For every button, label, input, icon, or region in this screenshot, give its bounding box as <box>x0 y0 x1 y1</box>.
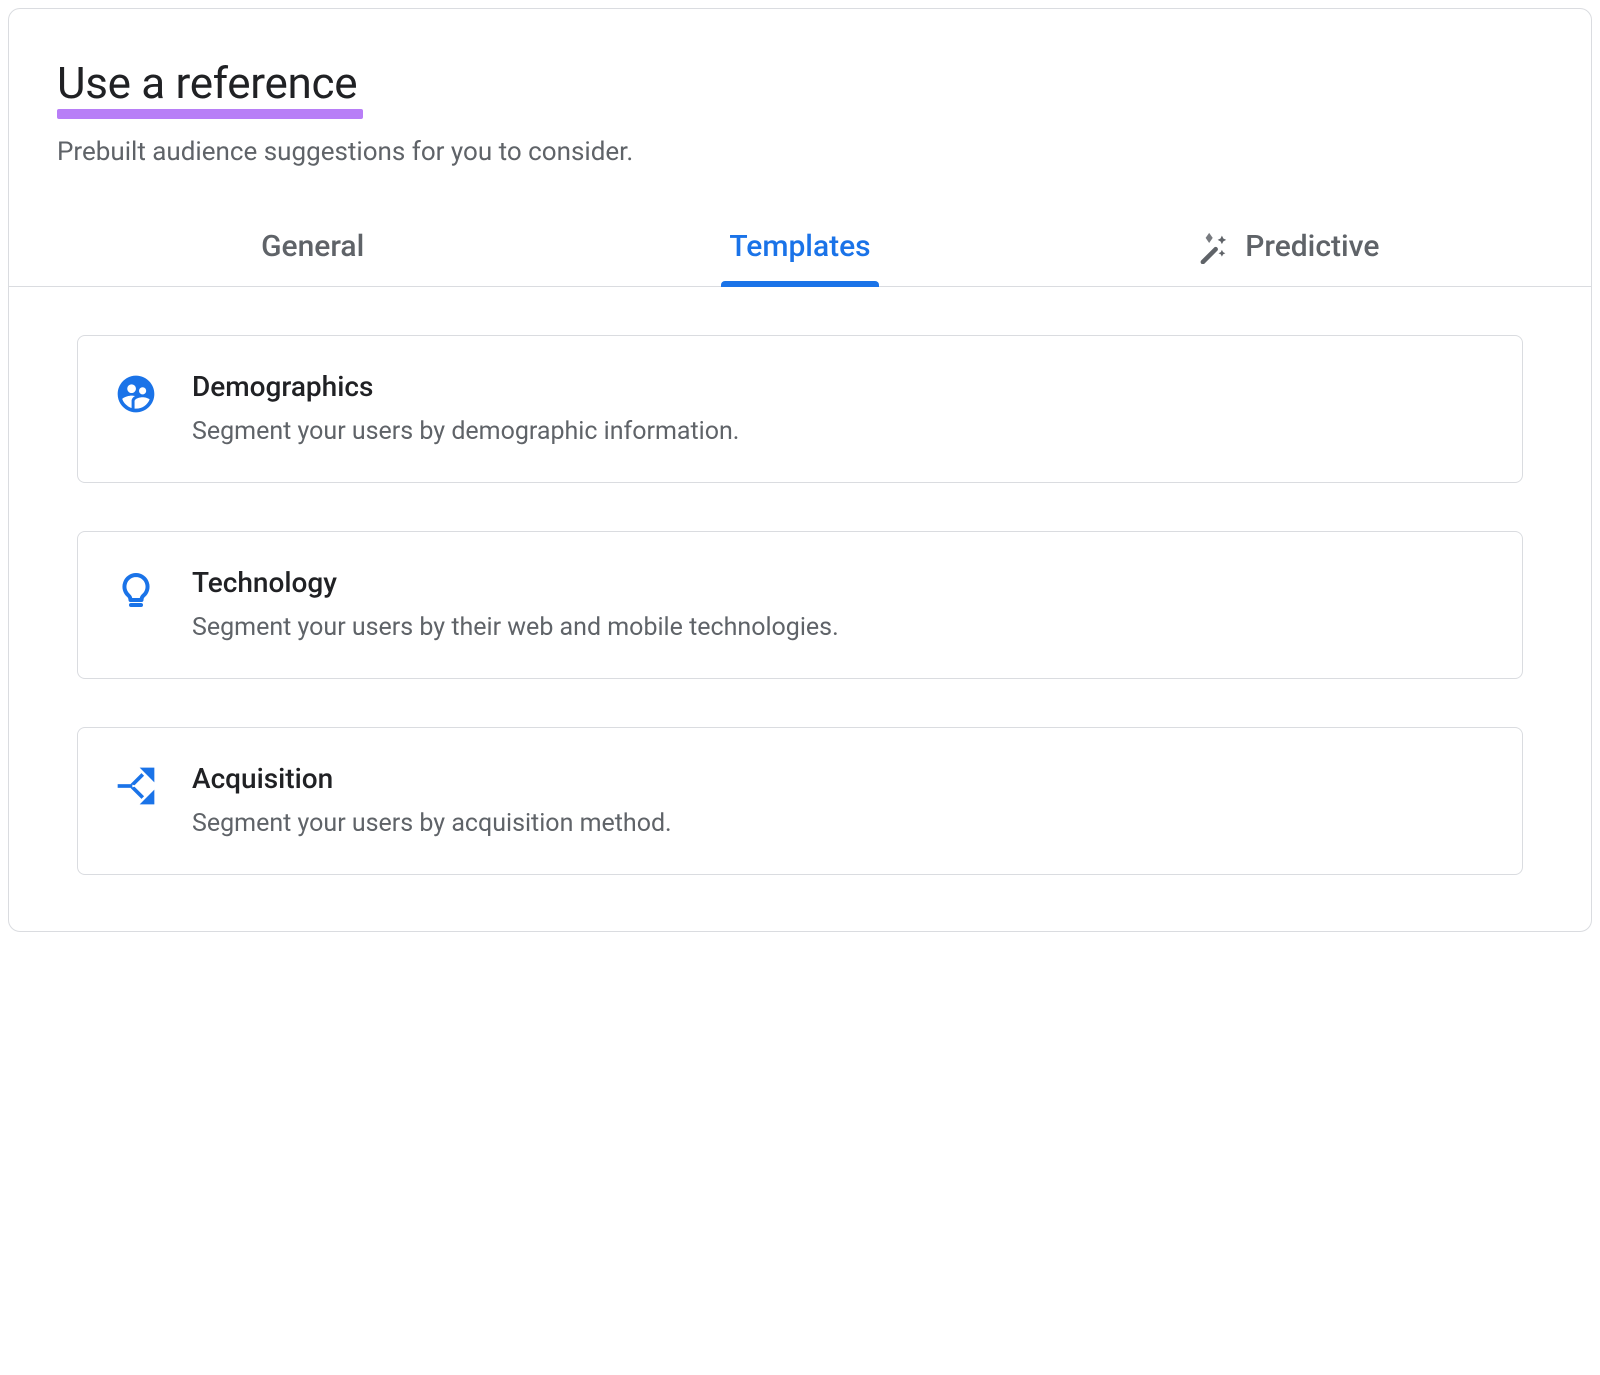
tab-general[interactable]: General <box>69 211 556 286</box>
tabs-bar: General Templates Predictive <box>9 211 1591 287</box>
card-description: Segment your users by their web and mobi… <box>192 613 1486 642</box>
reference-panel: Use a reference Prebuilt audience sugges… <box>8 8 1592 932</box>
template-card-acquisition[interactable]: Acquisition Segment your users by acquis… <box>77 727 1523 875</box>
tab-templates[interactable]: Templates <box>556 211 1043 286</box>
card-title: Technology <box>192 566 1486 599</box>
template-cards: Demographics Segment your users by demog… <box>57 287 1543 875</box>
title-highlight <box>57 109 363 119</box>
supervised-user-circle-icon <box>114 372 158 416</box>
template-card-technology[interactable]: Technology Segment your users by their w… <box>77 531 1523 679</box>
card-body: Technology Segment your users by their w… <box>192 566 1486 642</box>
card-description: Segment your users by demographic inform… <box>192 417 1486 446</box>
card-title: Demographics <box>192 370 1486 403</box>
tab-label: Templates <box>729 229 870 264</box>
card-title: Acquisition <box>192 762 1486 795</box>
magic-wand-icon <box>1195 230 1229 264</box>
page-subtitle: Prebuilt audience suggestions for you to… <box>57 137 1543 167</box>
heading-container: Use a reference <box>57 57 357 109</box>
tab-label: Predictive <box>1245 229 1379 264</box>
page-title: Use a reference <box>57 57 357 109</box>
tab-predictive[interactable]: Predictive <box>1044 211 1531 286</box>
card-body: Demographics Segment your users by demog… <box>192 370 1486 446</box>
fork-arrows-icon <box>114 764 158 808</box>
template-card-demographics[interactable]: Demographics Segment your users by demog… <box>77 335 1523 483</box>
lightbulb-icon <box>114 568 158 612</box>
tab-label: General <box>261 229 364 264</box>
card-description: Segment your users by acquisition method… <box>192 809 1486 838</box>
card-body: Acquisition Segment your users by acquis… <box>192 762 1486 838</box>
